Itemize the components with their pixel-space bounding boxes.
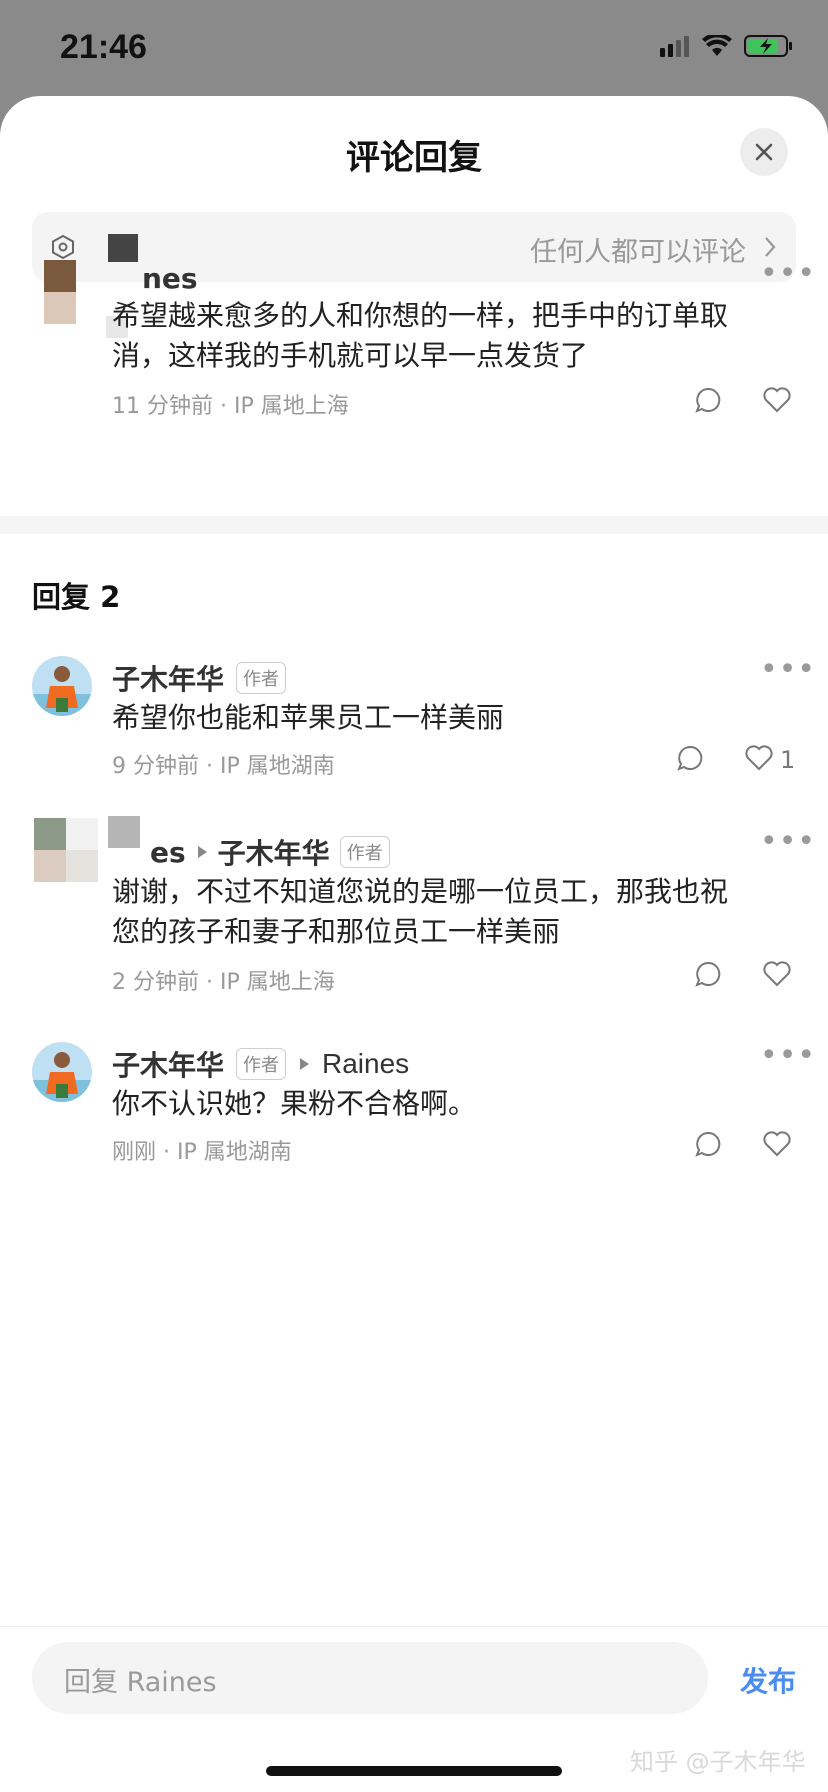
status-indicators <box>660 34 794 58</box>
reply-bubble-icon[interactable] <box>676 744 704 772</box>
comment-time: 11 分钟前 <box>112 394 213 419</box>
more-options-icon[interactable]: ••• <box>760 824 816 859</box>
reply-text-cont: 您的孩子和妻子和那位员工一样美丽 <box>112 915 561 948</box>
meta-separator: · <box>206 754 220 779</box>
battery-charging-icon <box>744 35 792 57</box>
meta-separator: · <box>206 970 220 995</box>
reply-bubble-icon[interactable] <box>694 1130 722 1158</box>
chevron-right-icon <box>765 237 776 257</box>
avatar[interactable] <box>32 1042 92 1102</box>
close-button[interactable] <box>740 128 788 176</box>
reply-author[interactable]: 子木年华 <box>112 1044 224 1084</box>
close-icon <box>755 143 773 161</box>
reply-input[interactable]: 回复 Raines <box>32 1642 708 1714</box>
reply-text: 谢谢，不过不知道您说的是哪一位员工，那我也祝 <box>112 875 729 908</box>
comment-text-cont: 消，这样我的手机就可以早一点发货了 <box>112 339 589 372</box>
reply-arrow-icon <box>300 1058 310 1070</box>
reply-arrow-icon <box>197 846 207 858</box>
comment-author[interactable]: nes <box>142 262 198 295</box>
publish-button[interactable]: 发布 <box>740 1660 796 1700</box>
reply-meta: 2 分钟前 · IP 属地上海 <box>112 964 335 996</box>
wifi-icon <box>702 35 732 56</box>
author-tag: 作者 <box>339 836 390 868</box>
like-heart-icon[interactable] <box>762 386 792 414</box>
like-heart-icon[interactable] <box>762 960 792 988</box>
meta-separator: · <box>163 1140 178 1165</box>
reply-bubble-icon[interactable] <box>694 960 722 988</box>
meta-separator: · <box>220 394 234 419</box>
author-tag: 作者 <box>236 1048 287 1080</box>
reply-location: IP 属地湖南 <box>220 754 335 779</box>
settings-hex-icon <box>52 234 74 260</box>
composer-divider <box>0 1626 828 1627</box>
avatar-image <box>32 1042 92 1102</box>
reply-location: IP 属地湖南 <box>177 1140 292 1165</box>
like-heart-icon[interactable] <box>762 1130 792 1158</box>
replies-count: 回复 2 <box>32 580 121 614</box>
reply-time: 刚刚 <box>112 1140 157 1165</box>
reply-location: IP 属地上海 <box>220 970 335 995</box>
reply-author[interactable]: es <box>150 836 186 869</box>
reply-header: 子木年华 作者 <box>112 658 287 698</box>
reply-to-author[interactable]: Raines <box>322 1048 409 1080</box>
reply-time: 9 分钟前 <box>112 754 199 779</box>
comment-permission-label: 任何人都可以评论 <box>530 237 746 268</box>
reply-meta: 9 分钟前 · IP 属地湖南 <box>112 748 335 780</box>
comment-reply-sheet: 评论回复 任何人都可以评论 nes ••• 希望越来愈多的人和你想的一样，把手中… <box>0 96 828 1792</box>
status-time: 21:46 <box>60 28 147 66</box>
comment-meta: 11 分钟前 · IP 属地上海 <box>112 388 349 420</box>
comment-location: IP 属地上海 <box>234 394 349 419</box>
reply-author[interactable]: 子木年华 <box>112 658 224 698</box>
more-options-icon[interactable]: ••• <box>760 652 816 687</box>
like-count: 1 <box>780 746 796 774</box>
reply-header: 子木年华 作者 Raines <box>112 1044 409 1084</box>
redacted-block <box>108 234 138 262</box>
more-options-icon[interactable]: ••• <box>760 1038 816 1073</box>
comment-text: 希望越来愈多的人和你想的一样，把手中的订单取 <box>112 299 729 332</box>
reply-time: 2 分钟前 <box>112 970 199 995</box>
reply-meta: 刚刚 · IP 属地湖南 <box>112 1134 292 1166</box>
redacted-block <box>108 816 140 848</box>
reply-to-author[interactable]: 子木年华 <box>218 832 330 872</box>
reply-header: es 子木年华 作者 <box>150 832 390 872</box>
like-heart-icon[interactable] <box>744 744 774 772</box>
home-indicator[interactable] <box>266 1766 562 1776</box>
section-divider <box>0 516 828 534</box>
sheet-title: 评论回复 <box>346 138 482 178</box>
avatar-image <box>32 656 92 716</box>
reply-text: 你不认识她？果粉不合格啊。 <box>112 1087 477 1120</box>
reply-text: 希望你也能和苹果员工一样美丽 <box>112 701 505 734</box>
more-options-icon[interactable]: ••• <box>760 256 816 291</box>
avatar[interactable] <box>44 260 76 324</box>
reply-bubble-icon[interactable] <box>694 386 722 414</box>
cellular-signal-icon <box>660 36 689 57</box>
author-tag: 作者 <box>236 662 287 694</box>
avatar[interactable] <box>32 656 92 716</box>
avatar[interactable] <box>34 818 98 882</box>
watermark: 知乎 @子木年华 <box>630 1748 806 1776</box>
